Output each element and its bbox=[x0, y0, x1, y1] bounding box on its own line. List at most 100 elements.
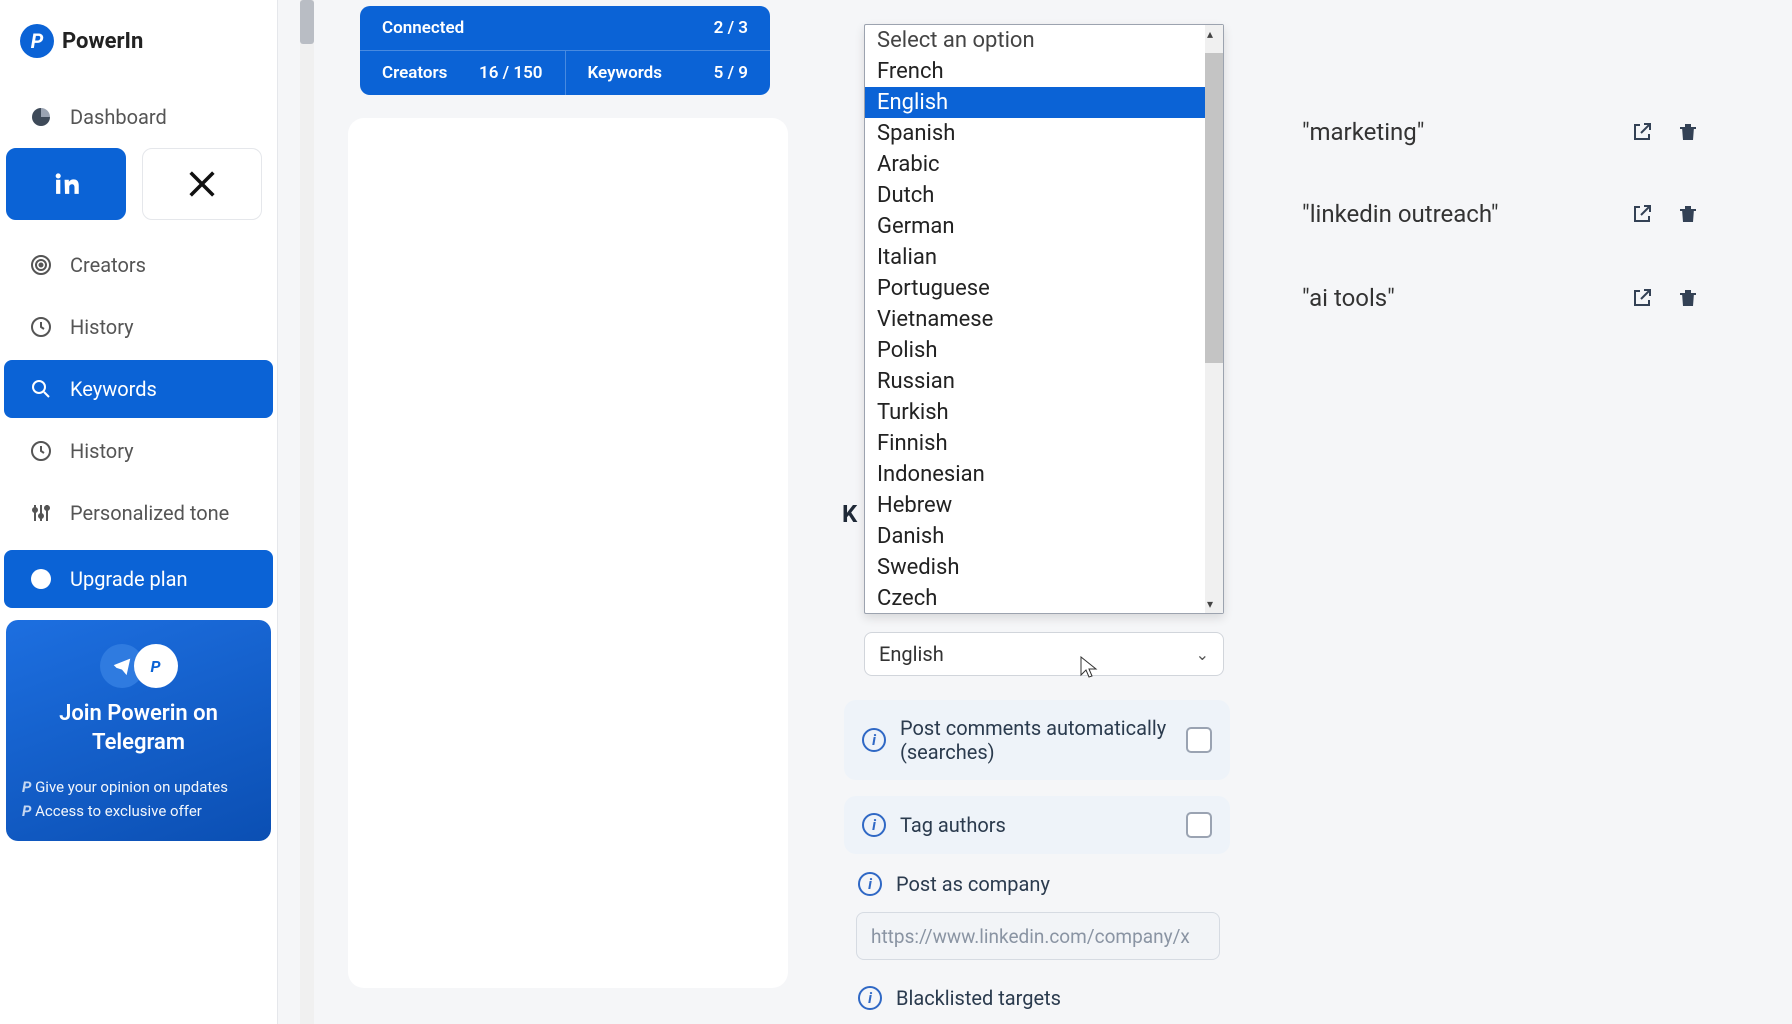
nav-keywords[interactable]: Keywords bbox=[4, 360, 273, 418]
search-icon bbox=[28, 376, 54, 402]
post-company-row: i Post as company bbox=[858, 872, 1230, 896]
nav-dashboard[interactable]: Dashboard bbox=[4, 88, 273, 146]
open-external-icon[interactable] bbox=[1628, 284, 1656, 312]
brand-name: PowerIn bbox=[62, 29, 143, 54]
tag-authors-checkbox[interactable] bbox=[1186, 812, 1212, 838]
dropdown-option[interactable]: Russian bbox=[865, 366, 1223, 397]
stat-creators-value: 16 / 150 bbox=[479, 63, 542, 83]
trash-icon[interactable] bbox=[1674, 118, 1702, 146]
promo-bullet: Access to exclusive offer bbox=[35, 802, 202, 820]
keyword-row: "ai tools" bbox=[1302, 284, 1702, 312]
dropdown-option[interactable]: Portuguese bbox=[865, 273, 1223, 304]
nav-upgrade-plan[interactable]: $ Upgrade plan bbox=[4, 550, 273, 608]
keyword-text: "marketing" bbox=[1302, 118, 1610, 146]
x-tab[interactable] bbox=[142, 148, 262, 220]
dropdown-option[interactable]: Arabic bbox=[865, 149, 1223, 180]
nav-creators[interactable]: Creators bbox=[4, 236, 273, 294]
open-external-icon[interactable] bbox=[1628, 118, 1656, 146]
nav-label: Dashboard bbox=[70, 105, 167, 129]
nav-label: Creators bbox=[70, 253, 146, 277]
mouse-cursor-icon bbox=[1080, 656, 1098, 680]
keyword-text: "linkedin outreach" bbox=[1302, 200, 1610, 228]
blacklisted-row: i Blacklisted targets bbox=[858, 986, 1230, 1010]
scroll-up-icon[interactable]: ▴ bbox=[1207, 27, 1221, 41]
x-icon bbox=[185, 167, 219, 201]
promo-card[interactable]: P Join Powerin on Telegram P Give your o… bbox=[6, 620, 271, 841]
linkedin-tab[interactable] bbox=[6, 148, 126, 220]
nav-label: History bbox=[70, 439, 134, 463]
brand: P PowerIn bbox=[0, 24, 277, 86]
tag-authors-toggle: i Tag authors bbox=[844, 796, 1230, 854]
blacklisted-label: Blacklisted targets bbox=[896, 986, 1061, 1010]
dropdown-scroll-thumb[interactable] bbox=[1205, 53, 1223, 363]
dropdown-option-selected[interactable]: English bbox=[865, 87, 1223, 118]
info-icon[interactable]: i bbox=[858, 986, 882, 1010]
language-dropdown[interactable]: Select an option French English Spanish … bbox=[864, 24, 1224, 614]
post-comments-checkbox[interactable] bbox=[1186, 727, 1212, 753]
stat-connected-label: Connected bbox=[382, 18, 464, 38]
company-url-placeholder: https://www.linkedin.com/company/x bbox=[871, 925, 1190, 948]
dropdown-option[interactable]: French bbox=[865, 56, 1223, 87]
keyword-row: "marketing" bbox=[1302, 118, 1702, 146]
dropdown-option[interactable]: Turkish bbox=[865, 397, 1223, 428]
stat-keywords-value: 5 / 9 bbox=[714, 63, 748, 83]
post-comments-label: Post comments automatically (searches) bbox=[900, 716, 1172, 764]
trash-icon[interactable] bbox=[1674, 284, 1702, 312]
scroll-down-icon[interactable]: ▾ bbox=[1207, 597, 1221, 611]
promo-bullet: Give your opinion on updates bbox=[35, 778, 228, 796]
linkedin-icon bbox=[49, 167, 83, 201]
keyword-row: "linkedin outreach" bbox=[1302, 200, 1702, 228]
trash-icon[interactable] bbox=[1674, 200, 1702, 228]
dropdown-option[interactable]: Dutch bbox=[865, 180, 1223, 211]
dropdown-option[interactable]: German bbox=[865, 211, 1223, 242]
dropdown-option[interactable]: Polish bbox=[865, 335, 1223, 366]
nav-history-2[interactable]: History bbox=[4, 422, 273, 480]
social-switch bbox=[0, 148, 277, 234]
nav-label: History bbox=[70, 315, 134, 339]
info-icon[interactable]: i bbox=[862, 728, 886, 752]
tag-authors-label: Tag authors bbox=[900, 813, 1172, 837]
dropdown-option[interactable]: Czech bbox=[865, 583, 1223, 613]
brand-logo-icon: P bbox=[20, 24, 54, 58]
chevron-down-icon: ⌄ bbox=[1196, 645, 1209, 664]
dropdown-option[interactable]: Spanish bbox=[865, 118, 1223, 149]
stat-connected-value: 2 / 3 bbox=[714, 18, 748, 38]
dropdown-option[interactable]: Hebrew bbox=[865, 490, 1223, 521]
dropdown-option[interactable]: Italian bbox=[865, 242, 1223, 273]
dropdown-option[interactable]: Danish bbox=[865, 521, 1223, 552]
sidebar: P PowerIn Dashboard Creators History Key… bbox=[0, 0, 278, 1024]
stats-bar: Connected 2 / 3 Creators 16 / 150 Keywor… bbox=[360, 6, 770, 95]
dollar-icon: $ bbox=[28, 566, 54, 592]
dropdown-option[interactable]: Vietnamese bbox=[865, 304, 1223, 335]
dropdown-option[interactable]: Swedish bbox=[865, 552, 1223, 583]
target-icon bbox=[28, 252, 54, 278]
dropdown-placeholder[interactable]: Select an option bbox=[865, 25, 1223, 56]
nav-label: Keywords bbox=[70, 377, 157, 401]
post-company-label: Post as company bbox=[896, 872, 1050, 896]
svg-text:$: $ bbox=[37, 571, 45, 588]
company-url-input[interactable]: https://www.linkedin.com/company/x bbox=[856, 912, 1220, 960]
post-comments-toggle: i Post comments automatically (searches) bbox=[844, 700, 1230, 780]
section-heading: K bbox=[842, 500, 857, 528]
open-external-icon[interactable] bbox=[1628, 200, 1656, 228]
brand-mini-icon: P bbox=[134, 644, 178, 688]
keyword-text: "ai tools" bbox=[1302, 284, 1610, 312]
promo-bullets: P Give your opinion on updates P Access … bbox=[22, 775, 255, 823]
stat-keywords-label: Keywords bbox=[588, 63, 662, 83]
dropdown-option[interactable]: Finnish bbox=[865, 428, 1223, 459]
nav-label: Upgrade plan bbox=[70, 567, 188, 591]
page-scrollbar-thumb[interactable] bbox=[300, 0, 314, 44]
stat-creators-label: Creators bbox=[382, 63, 447, 83]
language-select[interactable]: English ⌄ bbox=[864, 632, 1224, 676]
info-icon[interactable]: i bbox=[858, 872, 882, 896]
promo-icons: P bbox=[22, 644, 255, 688]
dashboard-icon bbox=[28, 104, 54, 130]
left-panel bbox=[348, 118, 788, 988]
info-icon[interactable]: i bbox=[862, 813, 886, 837]
dropdown-option[interactable]: Indonesian bbox=[865, 459, 1223, 490]
history-icon bbox=[28, 438, 54, 464]
nav-personalized-tone[interactable]: Personalized tone bbox=[4, 484, 273, 542]
nav-history-1[interactable]: History bbox=[4, 298, 273, 356]
page-scrollbar-track[interactable] bbox=[300, 0, 314, 1024]
language-select-value: English bbox=[879, 642, 944, 666]
